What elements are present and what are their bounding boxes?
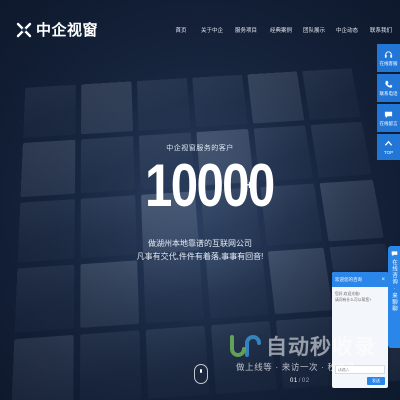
logo-text: 中企视窗 [36,19,98,40]
online-service-button[interactable]: 在线客服 [377,44,400,72]
nav-item-home[interactable]: 首页 [166,24,196,36]
site-header: 中企视窗 首页 关于中企 服务项目 经典案例 团队展示 中企动态 联系我们 [0,0,400,58]
nav-item-cases[interactable]: 经典案例 [264,24,298,36]
phone-label: 联系电话 [380,91,398,97]
hero-client-count: 10000 [145,150,274,222]
nav-item-services[interactable]: 服务项目 [228,24,264,36]
watermark: 自动秒收录 做上线等 · 来访一次 · 秒收录 [228,331,388,379]
floating-contact-bar: 在线客服 联系电话 在线留言 TOP [377,44,400,160]
online-service-label: 在线客服 [380,61,398,67]
main-nav: 首页 关于中企 服务项目 经典案例 团队展示 中企动态 联系我们 [166,24,398,36]
phone-button[interactable]: 联系电话 [377,74,400,102]
nav-item-contact[interactable]: 联系我们 [364,24,398,36]
headset-icon [384,50,393,59]
nav-item-news[interactable]: 中企动态 [330,24,364,36]
chat-tab-label: 在线咨询 · 来聊聊 [390,259,398,312]
nav-item-team[interactable]: 团队展示 [298,24,330,36]
chat-title: 欢迎您的咨询 [335,277,362,283]
watermark-logo-icon [228,333,262,359]
message-label: 在线留言 [380,121,398,127]
chat-message: 请问有什么可以帮您? [335,297,385,303]
close-icon[interactable]: × [381,277,385,283]
arrow-up-icon [384,139,393,148]
logo-mark-icon [16,22,32,38]
chat-side-tab[interactable]: 在线咨询 · 来聊聊 [388,246,400,348]
back-to-top-label: TOP [384,150,393,155]
site-logo[interactable]: 中企视窗 [16,19,98,40]
scroll-mouse-icon[interactable] [194,364,208,384]
chat-bubble-icon [391,250,398,257]
hero-tagline-1: 做湖州本地靠谱的互联网公司 [0,238,400,249]
chat-icon [384,110,393,119]
hero-plus-sign: + [246,178,253,192]
hero-tagline-2: 凡事有交代,件件有着落,事事有回音! [0,251,400,262]
nav-item-about[interactable]: 关于中企 [196,24,228,36]
watermark-slogan: 做上线等 · 来访一次 · 秒收录 [236,361,355,373]
chat-body: 您好,欢迎光临! 请问有什么可以帮您? [332,287,388,307]
phone-icon [384,80,393,89]
watermark-text: 自动秒收录 [266,331,376,361]
message-button[interactable]: 在线留言 [377,104,400,132]
back-to-top-button[interactable]: TOP [377,134,400,160]
chat-header: 欢迎您的咨询 × [332,272,388,287]
